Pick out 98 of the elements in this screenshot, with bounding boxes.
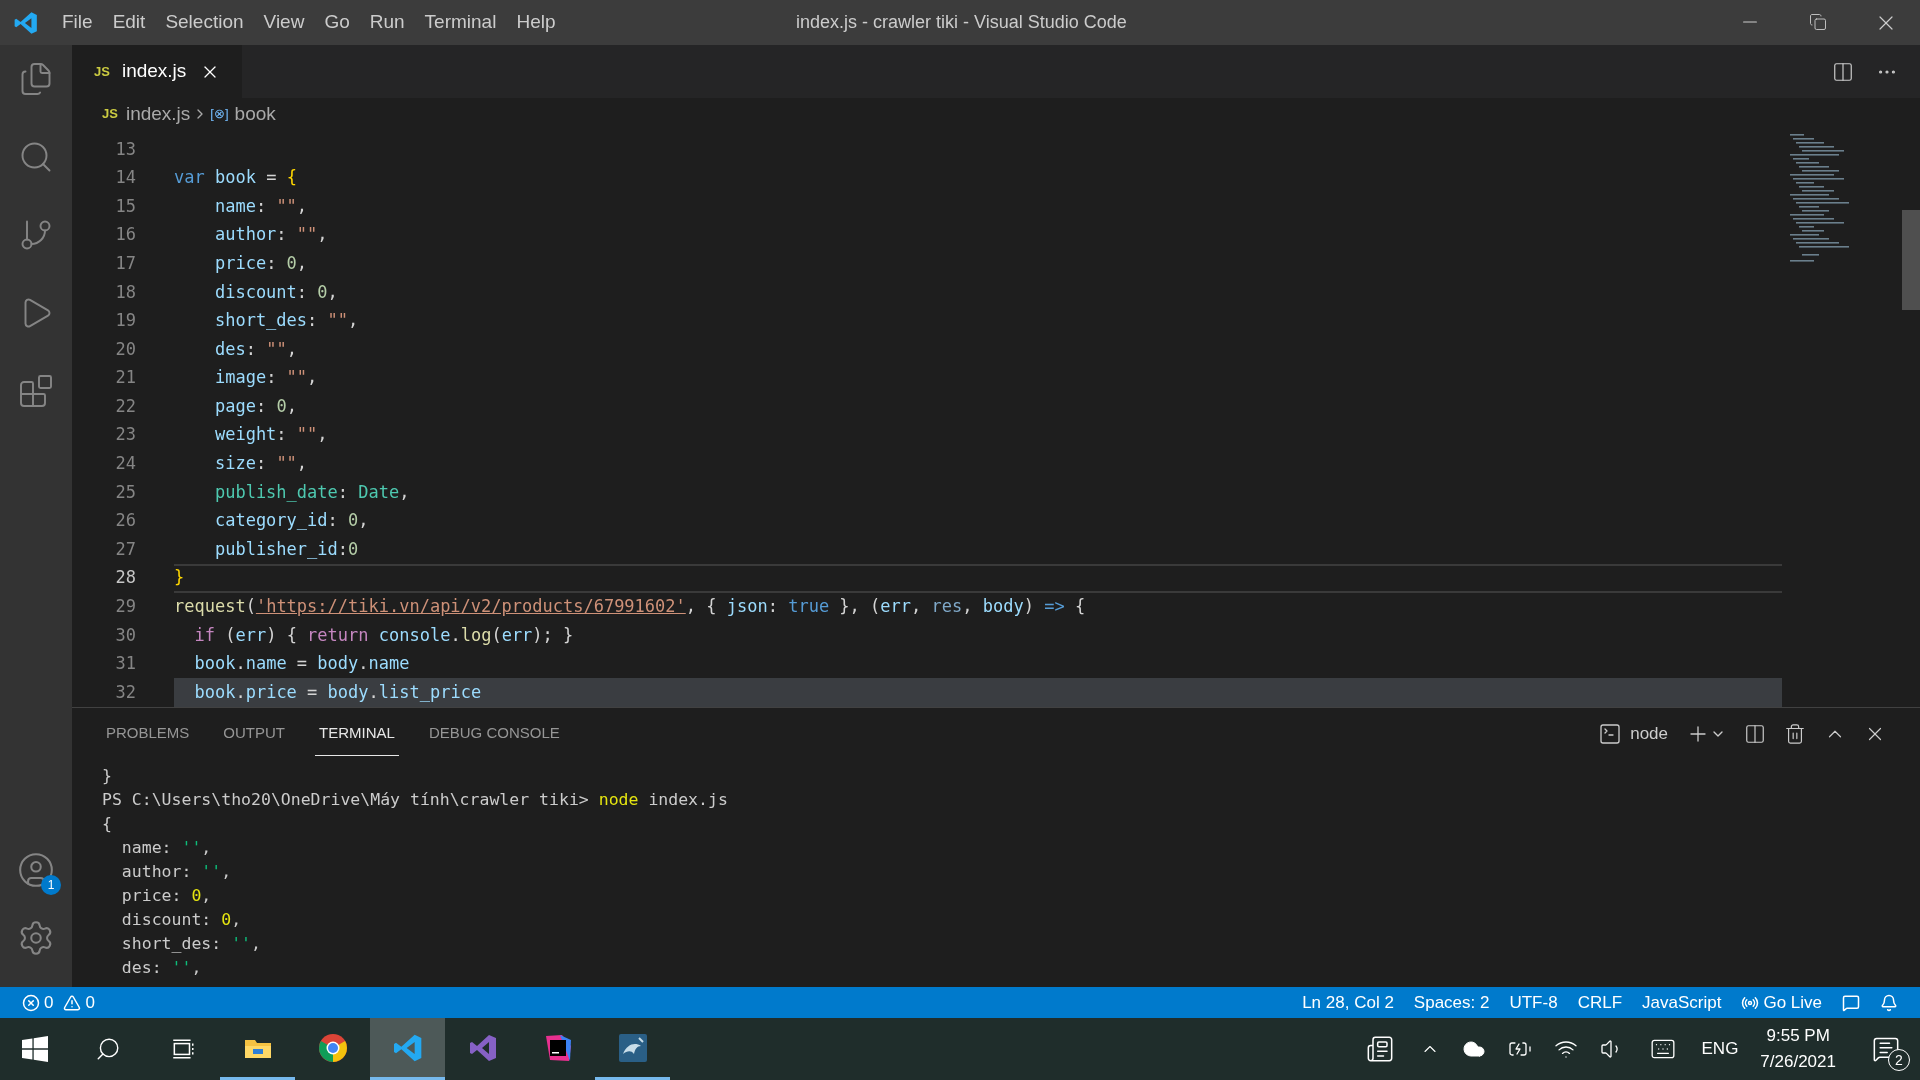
code-line: request('https://tiki.vn/api/v2/products/67991602', { json: true }, (err, res, body) => { <box>174 595 1087 619</box>
code-line: image: "", <box>213 366 319 390</box>
editor-tab[interactable]: JS index.js <box>72 45 242 98</box>
menu-item[interactable]: Selection <box>155 8 254 37</box>
menu-item[interactable]: Run <box>359 8 415 37</box>
terminal-line: discount: 0, <box>120 909 243 931</box>
code-line: page: 0, <box>213 394 298 418</box>
panel-tab[interactable]: DEBUG CONSOLE <box>424 712 564 756</box>
code-line: } <box>174 563 1782 593</box>
line-number: 20 <box>114 337 136 361</box>
code-line: author: "", <box>213 223 329 247</box>
dolphin-icon <box>616 1031 649 1064</box>
menu-item[interactable]: Edit <box>102 8 156 37</box>
terminal-line: } <box>102 765 113 787</box>
menu-item[interactable]: Go <box>314 8 360 37</box>
terminal-selector[interactable]: node <box>1598 721 1668 747</box>
line-number: 13 <box>114 137 136 161</box>
notification-badge: 2 <box>1888 1049 1910 1071</box>
status-item[interactable]: JavaScript <box>1632 989 1732 1016</box>
clock[interactable]: 9:55 PM 7/26/2021 <box>1760 1023 1836 1075</box>
code-line: des: "", <box>213 337 298 361</box>
language-indicator[interactable]: ENG <box>1701 1036 1739 1062</box>
js-file-icon: JS <box>94 61 110 82</box>
action-center-icon[interactable] <box>1872 1035 1900 1063</box>
code-line: discount: 0, <box>213 280 339 304</box>
line-number: 26 <box>114 509 136 533</box>
line-number: 23 <box>114 423 136 447</box>
menu-item[interactable]: Help <box>506 8 566 37</box>
code-line: book.name = body.name <box>193 652 411 676</box>
line-number: 27 <box>114 537 136 561</box>
window-title: index.js - crawler tiki - Visual Studio Code <box>796 11 1127 34</box>
terminal-line: des: '', <box>120 957 203 979</box>
split-terminal-icon[interactable] <box>1744 723 1766 745</box>
tab-label: index.js <box>121 59 187 84</box>
account-icon[interactable] <box>17 851 55 889</box>
code-line: weight: "", <box>213 423 329 447</box>
extensions-icon[interactable] <box>18 373 54 409</box>
line-number: 18 <box>114 280 136 304</box>
panel-tab[interactable]: OUTPUT <box>219 712 290 756</box>
windows-start-icon[interactable] <box>22 1036 48 1062</box>
line-number: 29 <box>114 595 136 619</box>
breadcrumb-item[interactable]: book <box>234 99 276 129</box>
line-number: 15 <box>114 194 136 218</box>
terminal-icon <box>1598 722 1623 746</box>
line-number: 22 <box>114 394 136 418</box>
breadcrumb-item[interactable]: index.js <box>125 99 191 129</box>
code-line: publish_date: Date, <box>213 480 411 504</box>
code-line: size: "", <box>213 452 309 476</box>
warning-count: 0 <box>85 991 95 1014</box>
terminal-line: price: 0, <box>120 885 213 907</box>
line-number: 17 <box>114 251 136 275</box>
trash-icon[interactable] <box>1784 723 1806 745</box>
panel-tab[interactable]: PROBLEMS <box>102 712 194 756</box>
variable-icon: [⊗] <box>210 104 229 124</box>
line-number: 31 <box>114 652 136 676</box>
line-number: 24 <box>114 452 136 476</box>
line-number: 32 <box>114 680 136 704</box>
code-line: short_des: "", <box>213 309 360 333</box>
terminal-line: name: '', <box>120 837 213 859</box>
line-number: 21 <box>114 366 136 390</box>
chrome-icon <box>316 1031 349 1064</box>
code-line: category_id: 0, <box>213 509 370 533</box>
badge: 1 <box>41 875 61 895</box>
line-number: 30 <box>114 623 136 647</box>
line-number: 19 <box>114 309 136 333</box>
notifications-icon[interactable] <box>1880 993 1898 1012</box>
code-line: name: "", <box>213 194 309 218</box>
status-item[interactable]: CRLF <box>1567 989 1633 1016</box>
go-live-button[interactable]: Go Live <box>1731 989 1832 1016</box>
menu-item[interactable]: Terminal <box>414 8 507 37</box>
terminal-line: short_des: '', <box>120 933 262 955</box>
status-item[interactable]: Ln 28, Col 2 <box>1292 989 1404 1016</box>
code-line: if (err) { return console.log(err); } <box>193 623 575 647</box>
code-line: var book = { <box>174 166 298 190</box>
restore-icon[interactable] <box>1809 12 1827 31</box>
warning-icon <box>63 993 82 1012</box>
line-number: 28 <box>114 566 136 590</box>
problems-indicator[interactable]: 0 0 <box>0 989 105 1016</box>
menu-item[interactable]: View <box>253 8 315 37</box>
split-editor-icon[interactable] <box>1832 60 1854 83</box>
code-line: publisher_id:0 <box>213 537 360 561</box>
line-number: 16 <box>114 223 136 247</box>
error-icon <box>22 993 40 1012</box>
menu-item[interactable]: File <box>52 8 103 37</box>
code-line: price: 0, <box>213 251 309 275</box>
status-item[interactable]: UTF-8 <box>1499 989 1568 1016</box>
panel-tab[interactable]: TERMINAL <box>315 712 399 756</box>
terminal-line: { <box>102 813 113 835</box>
scrollbar-thumb[interactable] <box>1902 210 1920 310</box>
line-number: 14 <box>114 166 136 190</box>
line-number: 25 <box>114 480 136 504</box>
error-count: 0 <box>44 991 54 1014</box>
js-file-icon: JS <box>102 104 118 124</box>
terminal-line: PS C:\Users\tho20\OneDrive\Máy tính\crawler tiki> node index.js <box>102 789 729 811</box>
feedback-icon[interactable] <box>1842 993 1860 1012</box>
status-item[interactable]: Spaces: 2 <box>1403 989 1500 1016</box>
vscode-logo-icon <box>13 9 39 36</box>
terminal-line: author: '', <box>120 861 233 883</box>
